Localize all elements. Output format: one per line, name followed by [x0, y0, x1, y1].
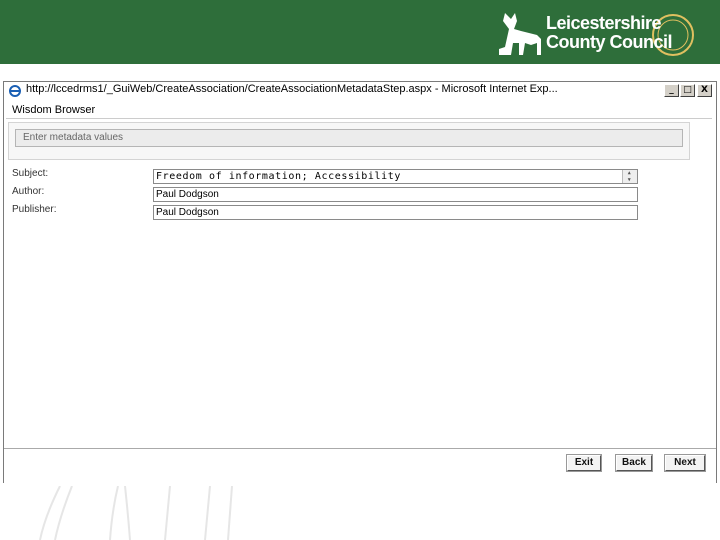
metadata-panel: Enter metadata values	[8, 122, 690, 160]
scroll-up-icon[interactable]: ▲	[623, 170, 636, 176]
panel-header: Enter metadata values	[15, 129, 683, 147]
app-title: Wisdom Browser	[12, 104, 96, 116]
author-field[interactable]: Paul Dodgson	[153, 187, 638, 202]
subject-scrollbar[interactable]: ▲ ▼	[622, 170, 637, 183]
footer-divider	[4, 448, 716, 449]
minimize-button[interactable]: _	[664, 84, 679, 97]
subject-field[interactable]: Freedom of information; Accessibility ▲ …	[153, 169, 638, 184]
header-banner: Leicestershire County Council	[0, 0, 720, 64]
maximize-button[interactable]: □	[680, 84, 695, 97]
window-titlebar[interactable]: http://lccedrms1/_GuiWeb/CreateAssociati…	[4, 82, 716, 101]
author-label: Author:	[12, 186, 45, 197]
council-name-line1: Leicestershire	[546, 13, 662, 33]
page-content: Wisdom Browser Enter metadata values Sub…	[4, 100, 716, 483]
scroll-down-icon[interactable]: ▼	[623, 177, 636, 183]
back-button[interactable]: Back	[616, 455, 652, 471]
council-name: Leicestershire County Council	[546, 13, 673, 52]
decorative-lines	[39, 486, 233, 540]
publisher-label: Publisher:	[12, 204, 57, 215]
subject-label: Subject:	[12, 168, 49, 179]
browser-window: http://lccedrms1/_GuiWeb/CreateAssociati…	[3, 81, 717, 483]
next-button[interactable]: Next	[665, 455, 705, 471]
window-title: http://lccedrms1/_GuiWeb/CreateAssociati…	[26, 83, 558, 95]
publisher-field[interactable]: Paul Dodgson	[153, 205, 638, 220]
close-button[interactable]: X	[697, 84, 712, 97]
exit-button[interactable]: Exit	[567, 455, 601, 471]
council-name-line2: County Council	[546, 32, 673, 52]
internet-explorer-icon	[9, 85, 21, 97]
divider	[6, 118, 712, 119]
subject-value: Freedom of information; Accessibility	[156, 171, 401, 182]
